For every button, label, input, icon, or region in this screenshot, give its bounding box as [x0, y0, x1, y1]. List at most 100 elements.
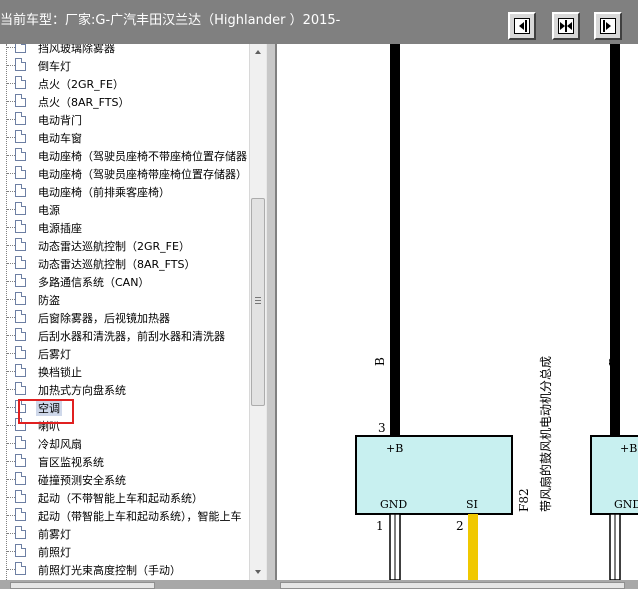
- scroll-segment-left[interactable]: [10, 582, 155, 589]
- document-icon: [15, 112, 26, 125]
- tree-branch-line: [7, 137, 15, 138]
- tree-item-label: 防盗: [38, 294, 60, 307]
- tree-branch-line: [7, 515, 15, 516]
- connector-code: F82: [517, 488, 531, 512]
- document-icon: [15, 472, 26, 485]
- tree-item[interactable]: 防盗: [0, 290, 249, 308]
- wire-b-right: [610, 44, 620, 436]
- horizontal-scrollbar[interactable]: [0, 580, 638, 589]
- tree-branch-line: [7, 335, 15, 336]
- scroll-up-button[interactable]: [250, 44, 266, 60]
- tree-branch-line: [7, 65, 15, 66]
- document-icon: [15, 346, 26, 359]
- tree-item-label: 电动座椅（驾驶员座椅不带座椅位置存储器: [38, 150, 247, 163]
- tree-item[interactable]: 电动座椅（驾驶员座椅不带座椅位置存储器: [0, 146, 249, 164]
- split-view-button[interactable]: [552, 12, 580, 40]
- tree-item-label: 点火（8AR_FTS）: [38, 96, 130, 109]
- tree-branch-line: [7, 479, 15, 480]
- tree-branch-line: [7, 533, 15, 534]
- tree-item[interactable]: 前雾灯: [0, 524, 249, 542]
- tree-branch-line: [7, 263, 15, 264]
- tree-item[interactable]: 起动（带智能上车和起动系统），智能上车: [0, 506, 249, 524]
- tree-branch-line: [7, 155, 15, 156]
- tree-branch-line: [7, 371, 15, 372]
- collapse-left-button[interactable]: [508, 12, 536, 40]
- page-title: 当前车型：厂家:G-广汽丰田汉兰达（Highlander ）2015-: [0, 13, 341, 28]
- tree-item[interactable]: 加热式方向盘系统: [0, 380, 249, 398]
- grip-line: [255, 300, 261, 301]
- tree-item-label: 起动（不带智能上车和起动系统）: [38, 492, 203, 505]
- tree-item[interactable]: 前照灯: [0, 542, 249, 560]
- tree-item-label: 前照灯光束高度控制（手动）: [38, 564, 181, 577]
- tree-item[interactable]: 多路通信系统（CAN）: [0, 272, 249, 290]
- tree-scrollbar[interactable]: [249, 44, 266, 580]
- tree-item[interactable]: 点火（2GR_FE）: [0, 74, 249, 92]
- tree-item-label: 前照灯: [38, 546, 71, 559]
- document-icon: [15, 544, 26, 557]
- tree-item[interactable]: 电动座椅（前排乘客座椅）: [0, 182, 249, 200]
- tree-item-label: 后窗除雾器，后视镜加热器: [38, 312, 170, 325]
- tree-branch-line: [7, 281, 15, 282]
- scroll-thumb[interactable]: [251, 198, 265, 406]
- document-icon: [15, 58, 26, 71]
- tree-item[interactable]: 动态雷达巡航控制（8AR_FTS）: [0, 254, 249, 272]
- tree-item-label: 电源插座: [38, 222, 82, 235]
- tree-item[interactable]: 起动（不带智能上车和起动系统）: [0, 488, 249, 506]
- tree-item-label: 电动座椅（驾驶员座椅带座椅位置存储器）: [38, 168, 247, 181]
- collapse-right-button[interactable]: [594, 12, 622, 40]
- scroll-segment-right[interactable]: [280, 582, 625, 589]
- document-icon: [15, 238, 26, 251]
- tree-item-label: 电源: [38, 204, 60, 217]
- grip-line: [255, 303, 261, 304]
- tree-item[interactable]: 盲区监视系统: [0, 452, 249, 470]
- tree-item[interactable]: 点火（8AR_FTS）: [0, 92, 249, 110]
- tree-item[interactable]: 挡风玻璃除雾器: [0, 44, 249, 56]
- document-icon: [15, 202, 26, 215]
- tree-item[interactable]: 前照灯光束高度控制（手动）: [0, 560, 249, 578]
- tree-branch-line: [7, 245, 15, 246]
- tree-item-label: 点火（2GR_FE）: [38, 78, 124, 91]
- tree-branch-line: [7, 569, 15, 570]
- document-icon: [15, 508, 26, 521]
- tree-item[interactable]: 后刮水器和清洗器，前刮水器和清洗器: [0, 326, 249, 344]
- document-icon: [15, 292, 26, 305]
- tree-item[interactable]: 换档锁止: [0, 362, 249, 380]
- tree-item[interactable]: 后雾灯: [0, 344, 249, 362]
- tree-item-label: 多路通信系统（CAN）: [38, 276, 150, 289]
- grip-line: [255, 297, 261, 298]
- selection-highlight-box: [18, 399, 74, 424]
- tree-item[interactable]: 电源: [0, 200, 249, 218]
- document-icon: [15, 44, 26, 53]
- tree-item[interactable]: 倒车灯: [0, 56, 249, 74]
- tree-item[interactable]: 后窗除雾器，后视镜加热器: [0, 308, 249, 326]
- pane-splitter[interactable]: [266, 44, 276, 580]
- tree-branch-line: [7, 551, 15, 552]
- tree-item[interactable]: 电动车窗: [0, 128, 249, 146]
- wire-color-label: B: [373, 357, 387, 366]
- tree-branch-line: [7, 209, 15, 210]
- tree-item[interactable]: 冷却风扇: [0, 434, 249, 452]
- tree-branch-line: [7, 119, 15, 120]
- document-icon: [15, 562, 26, 575]
- tree-item[interactable]: 碰撞预测安全系统: [0, 470, 249, 488]
- tree-item-label: 电动车窗: [38, 132, 82, 145]
- tree-item[interactable]: 电动座椅（驾驶员座椅带座椅位置存储器）: [0, 164, 249, 182]
- document-icon: [15, 454, 26, 467]
- component-name: 带风扇的鼓风机电动机分总成: [538, 356, 553, 512]
- tree-item[interactable]: 电源插座: [0, 218, 249, 236]
- document-icon: [15, 526, 26, 539]
- tree-item[interactable]: 电动背门: [0, 110, 249, 128]
- tree-branch-line: [7, 191, 15, 192]
- pin-number-3: 3: [378, 421, 386, 435]
- tree-branch-line: [7, 353, 15, 354]
- tree-item[interactable]: 动态雷达巡航控制（2GR_FE）: [0, 236, 249, 254]
- tree-branch-line: [7, 389, 15, 390]
- collapse-right-icon: [600, 18, 616, 34]
- document-icon: [15, 328, 26, 341]
- tree-branch-line: [7, 299, 15, 300]
- document-icon: [15, 76, 26, 89]
- document-icon: [15, 310, 26, 323]
- document-icon: [15, 220, 26, 233]
- scroll-down-button[interactable]: [250, 564, 266, 580]
- document-icon: [15, 130, 26, 143]
